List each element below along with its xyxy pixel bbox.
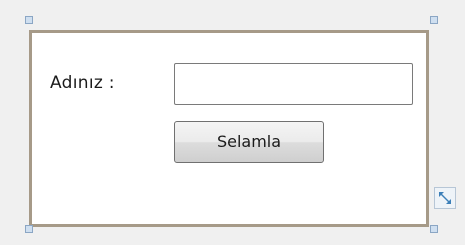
expand-diagonal-icon[interactable]: [434, 187, 456, 209]
resize-handle-bottom-right[interactable]: [430, 225, 438, 233]
greet-button[interactable]: Selamla: [174, 121, 324, 163]
resize-handle-bottom-left[interactable]: [25, 225, 33, 233]
name-label: Adınız :: [50, 73, 115, 93]
resize-handle-top-right[interactable]: [430, 16, 438, 24]
designer-canvas: Adınız : Selamla: [0, 0, 465, 245]
name-input[interactable]: [174, 63, 413, 105]
resize-handle-top-left[interactable]: [25, 16, 33, 24]
form-design-surface[interactable]: Adınız : Selamla: [29, 30, 429, 227]
